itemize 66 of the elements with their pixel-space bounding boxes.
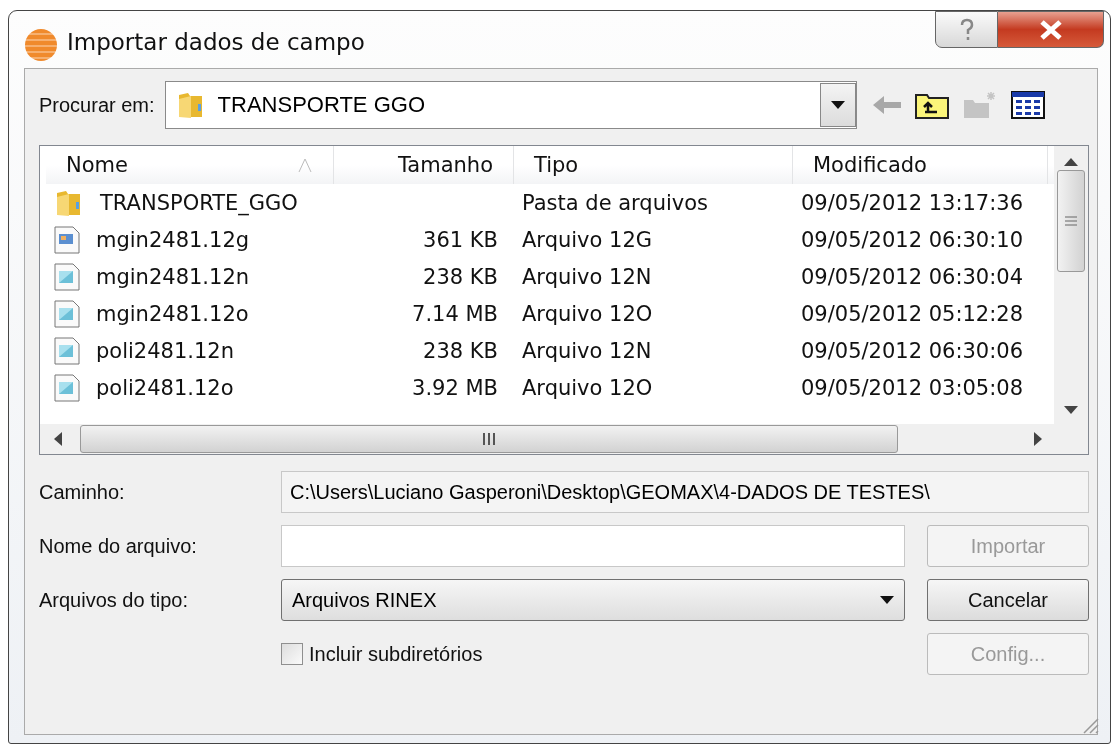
file-size: 361 KB (422, 227, 499, 252)
scroll-thumb[interactable] (80, 425, 898, 453)
file-icon (54, 373, 80, 402)
cancel-button[interactable]: Cancelar (927, 579, 1089, 621)
dropdown-caret-icon[interactable] (819, 83, 856, 127)
file-name[interactable]: mgin2481.12o (88, 301, 257, 326)
file-type: Arquivo 12G (521, 227, 654, 252)
file-name-label: Nome do arquivo: (39, 534, 198, 558)
modified-date: 09/05/2012 05:12:28 (800, 301, 1025, 326)
path-field: C:\Users\Luciano Gasperoni\Desktop\GEOMAX\4-DADOS DE TESTES\ (281, 471, 1089, 513)
file-name[interactable]: mgin2481.12g (88, 227, 258, 252)
file-name-input[interactable] (281, 525, 905, 567)
column-label: Nome (66, 153, 128, 177)
modified-date: 09/05/2012 13:17:36 (800, 190, 1025, 215)
column-label: Tamanho (398, 153, 493, 177)
scroll-left-icon[interactable] (54, 432, 62, 446)
modified-date: 09/05/2012 06:30:04 (800, 264, 1025, 289)
modified-date: 09/05/2012 06:30:10 (800, 227, 1025, 252)
path-label: Caminho: (39, 480, 126, 504)
file-icon (54, 262, 80, 291)
grip-icon (1065, 216, 1077, 226)
scroll-right-icon[interactable] (1034, 432, 1042, 446)
modified-date: 09/05/2012 03:05:08 (800, 375, 1025, 400)
image-file-icon (54, 225, 80, 254)
dropdown-caret-icon (880, 596, 894, 604)
look-in-dropdown[interactable]: TRANSPORTE GGO (164, 81, 857, 129)
file-size: 238 KB (422, 338, 499, 363)
file-size: 7.14 MB (411, 301, 499, 326)
file-type: Pasta de arquivos (521, 190, 710, 215)
grip-icon (482, 433, 496, 445)
scroll-up-icon[interactable] (1064, 158, 1078, 166)
horizontal-scrollbar[interactable] (40, 424, 1054, 454)
file-type-dropdown[interactable]: Arquivos RINEX (281, 579, 905, 621)
file-size: 238 KB (422, 264, 499, 289)
column-header[interactable]: Tipo (514, 146, 793, 184)
file-type: Arquivo 12O (521, 301, 654, 326)
app-icon (25, 29, 57, 61)
column-header[interactable]: Modificado (793, 146, 1048, 184)
view-menu-icon[interactable] (1010, 91, 1045, 119)
file-icon (54, 299, 80, 328)
close-icon (1038, 19, 1063, 40)
file-icon (54, 336, 80, 365)
folder-up-icon[interactable] (914, 91, 949, 119)
column-header[interactable]: Nome (46, 146, 334, 184)
vertical-scrollbar[interactable] (1054, 146, 1088, 424)
scroll-thumb[interactable] (1057, 170, 1085, 272)
file-name[interactable]: poli2481.12n (88, 338, 242, 363)
file-type: Arquivo 12O (521, 375, 654, 400)
help-icon (958, 17, 975, 42)
window-title: Importar dados de campo (67, 29, 365, 55)
file-type: Arquivo 12N (521, 264, 653, 289)
file-name[interactable]: poli2481.12o (88, 375, 242, 400)
include-subdirectories-checkbox[interactable]: Incluir subdiretórios (281, 642, 905, 666)
column-label: Modificado (813, 153, 927, 177)
file-name[interactable]: TRANSPORTE_GGO (92, 190, 306, 215)
file-type-label: Arquivos do tipo: (39, 588, 189, 612)
modified-date: 09/05/2012 06:30:06 (800, 338, 1025, 363)
file-type: Arquivo 12N (521, 338, 653, 363)
close-button[interactable] (998, 11, 1104, 48)
look-in-label: Procurar em: (39, 93, 155, 117)
column-header[interactable]: Tamanho (334, 146, 514, 184)
file-size: 3.92 MB (411, 375, 499, 400)
file-name[interactable]: mgin2481.12n (88, 264, 258, 289)
help-button[interactable] (935, 11, 998, 48)
column-label: Tipo (534, 153, 579, 177)
scroll-down-icon[interactable] (1064, 406, 1078, 414)
